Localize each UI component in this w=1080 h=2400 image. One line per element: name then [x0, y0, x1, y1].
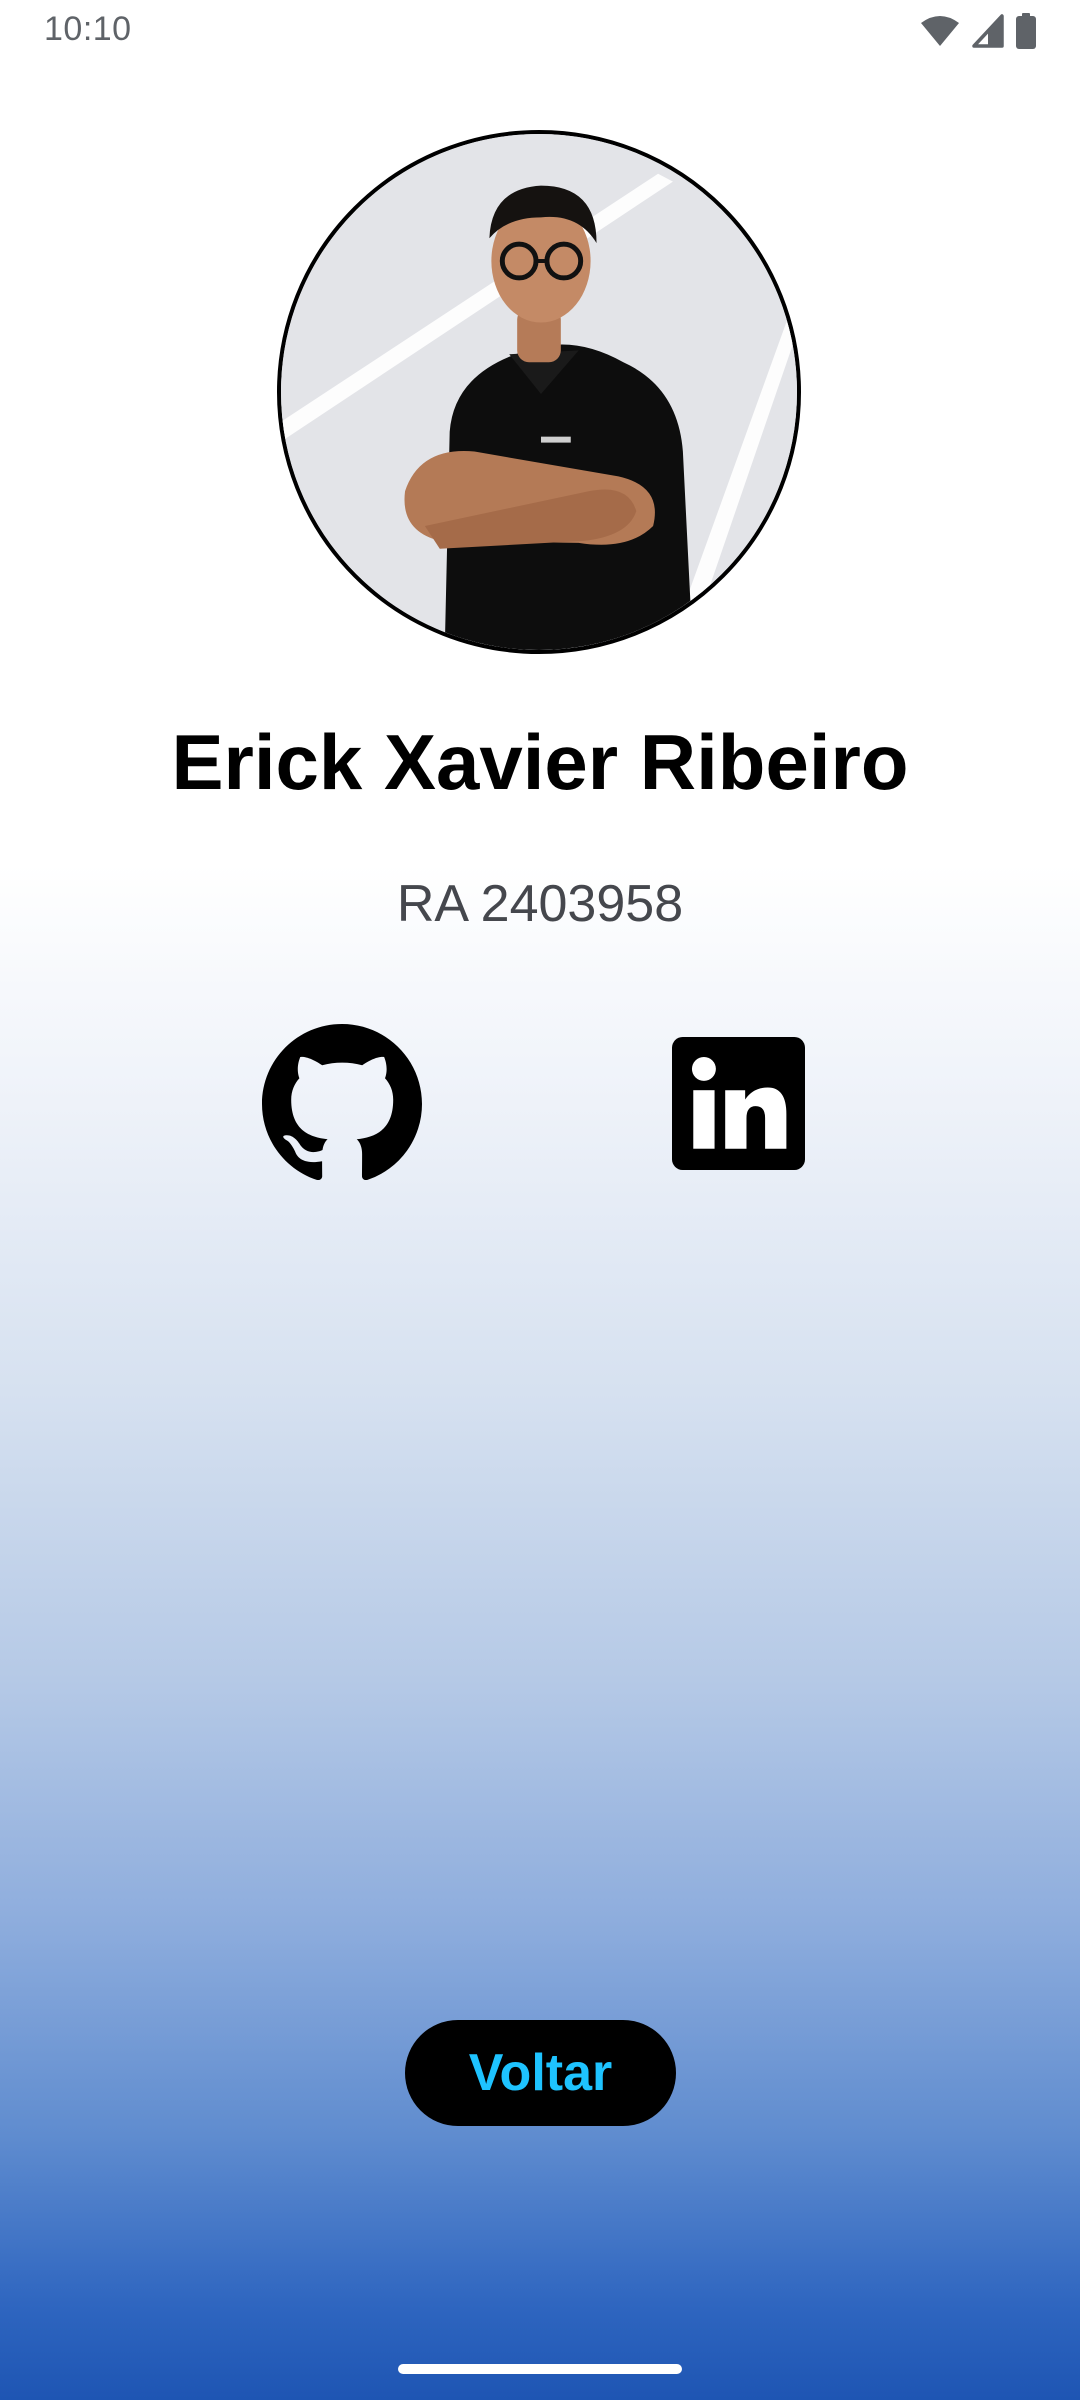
battery-icon: [1016, 13, 1036, 49]
status-icons: [920, 13, 1036, 49]
profile-ra: RA 2403958: [396, 875, 684, 933]
avatar-photo: [281, 134, 797, 650]
profile-name: Erick Xavier Ribeiro: [171, 718, 909, 806]
cell-signal-icon: [972, 14, 1004, 48]
status-bar: 10:10: [0, 0, 1080, 62]
github-icon: [262, 1024, 422, 1181]
linkedin-link[interactable]: [672, 1037, 805, 1170]
github-link[interactable]: [262, 1024, 422, 1184]
back-button[interactable]: Voltar: [405, 2020, 676, 2126]
gesture-nav-handle[interactable]: [398, 2364, 682, 2374]
status-time: 10:10: [44, 10, 132, 48]
linkedin-icon: [672, 1037, 805, 1170]
avatar: [277, 130, 801, 654]
wifi-icon: [920, 15, 960, 47]
